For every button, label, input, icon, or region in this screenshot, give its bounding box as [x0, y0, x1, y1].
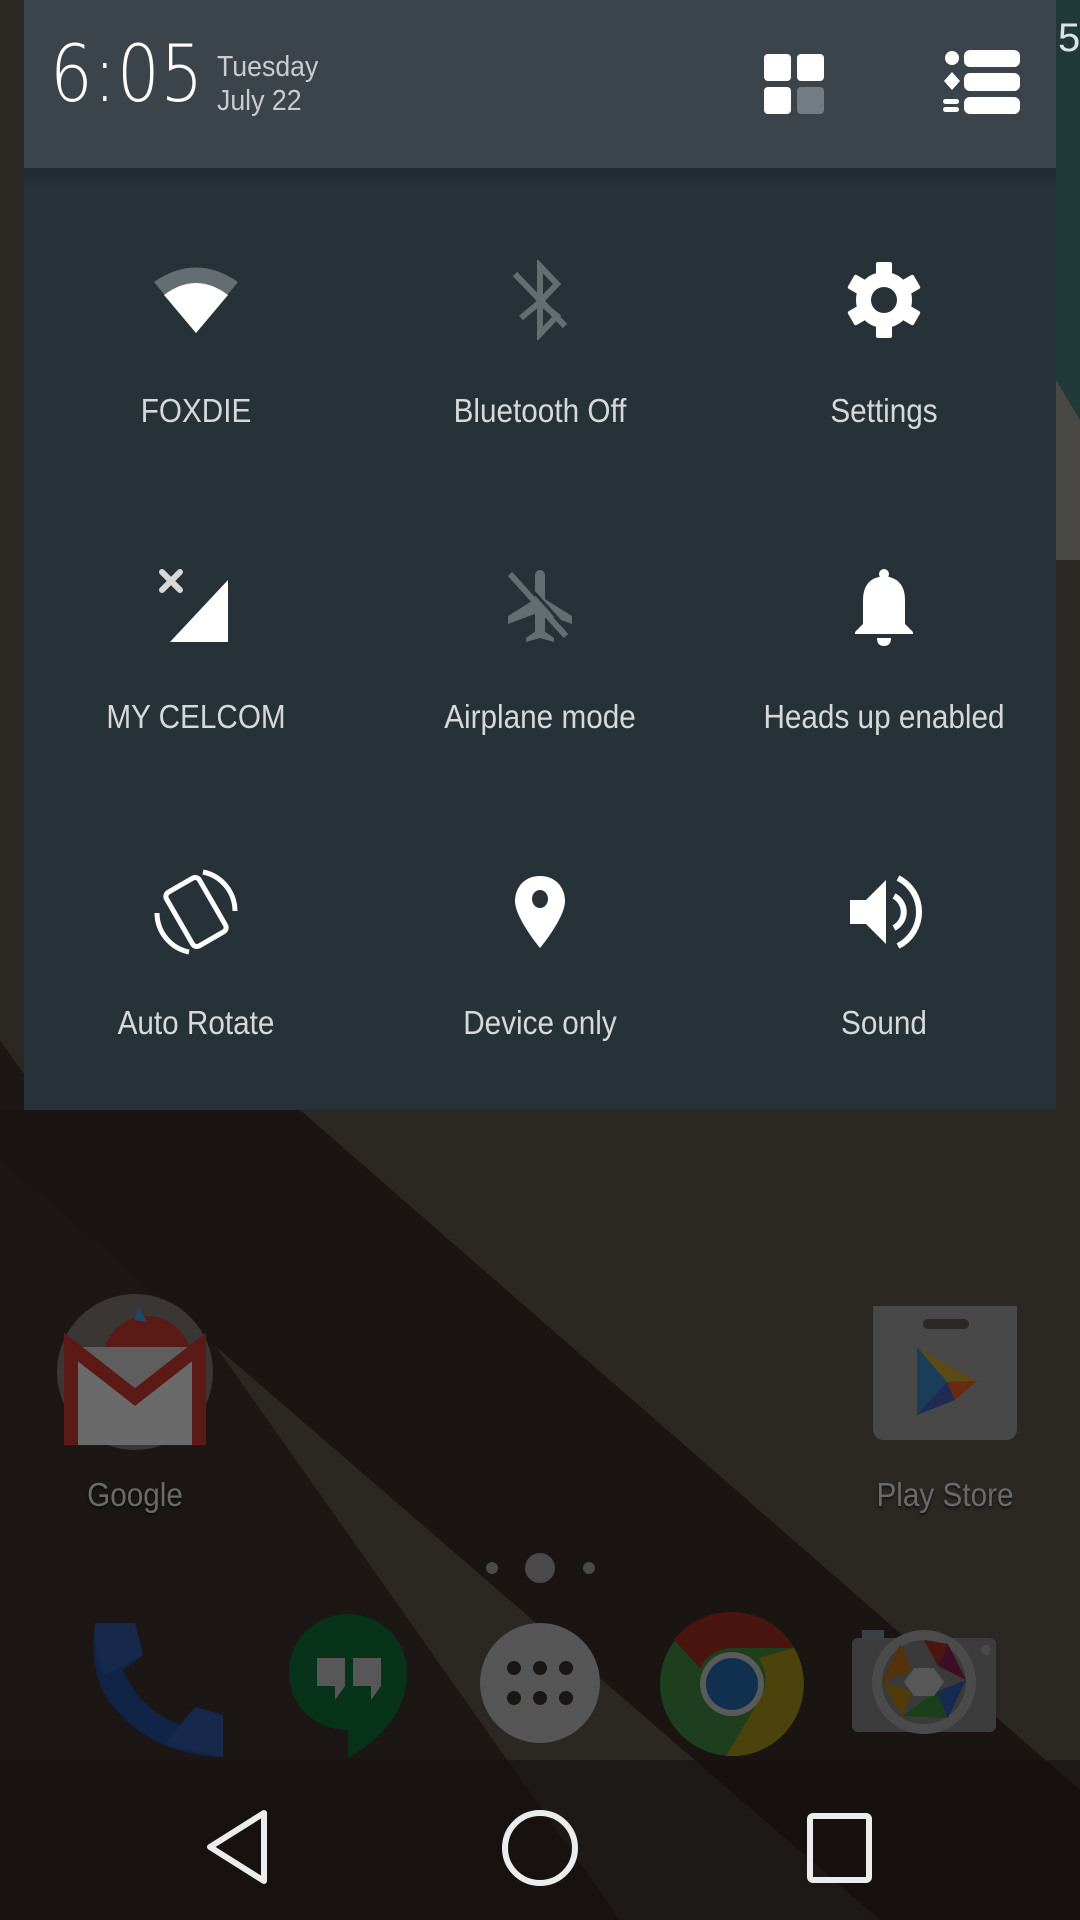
cell-signal-icon	[146, 556, 246, 656]
tile-label: Auto Rotate	[117, 1004, 275, 1041]
tile-label: Heads up enabled	[763, 698, 1005, 735]
back-button[interactable]	[200, 1805, 275, 1890]
hangouts-icon	[289, 1614, 407, 1758]
tile-heads-up[interactable]: Heads up enabled	[712, 474, 1056, 780]
volume-icon	[834, 862, 934, 962]
list-icon	[943, 50, 1020, 114]
recents-icon	[807, 1813, 872, 1883]
app-label-google: Google	[87, 1476, 183, 1513]
tile-airplane-mode[interactable]: Airplane mode	[368, 474, 712, 780]
airplane-off-icon	[490, 556, 590, 656]
tile-label: Sound	[841, 1004, 927, 1041]
phone-icon	[93, 1623, 223, 1757]
quick-settings-panel: FOXDIE Bluetooth Off Settings MY CELCOM …	[24, 168, 1056, 1110]
status-bar-fragment: 5	[1058, 18, 1080, 58]
google-folder-icon	[57, 1294, 213, 1450]
page-dot[interactable]	[583, 1562, 595, 1574]
quick-settings-header: 6:05 Tuesday July 22	[24, 0, 1056, 168]
tile-label: Airplane mode	[444, 698, 636, 735]
tile-bluetooth[interactable]: Bluetooth Off	[368, 168, 712, 474]
chrome-icon	[660, 1611, 804, 1757]
tile-label: FOXDIE	[140, 392, 252, 429]
dock-camera[interactable]	[852, 1630, 996, 1735]
dock-hangouts[interactable]	[287, 1612, 409, 1758]
bluetooth-off-icon	[490, 250, 590, 350]
home-icon	[502, 1810, 578, 1886]
app-google-folder[interactable]	[55, 1292, 215, 1452]
notification-list-button[interactable]	[938, 50, 1020, 120]
clock-time[interactable]: 6:05	[50, 36, 204, 114]
tile-label: Settings	[830, 392, 938, 429]
quick-settings-grid-button[interactable]	[760, 50, 840, 120]
tile-label: Device only	[463, 1004, 617, 1041]
clock-date[interactable]: Tuesday July 22	[217, 50, 318, 118]
tile-location[interactable]: Device only	[368, 780, 712, 1086]
tile-settings[interactable]: Settings	[712, 168, 1056, 474]
tile-auto-rotate[interactable]: Auto Rotate	[24, 780, 368, 1086]
tile-label: Bluetooth Off	[453, 392, 627, 429]
grid-icon	[764, 54, 824, 114]
app-play-store[interactable]	[873, 1306, 1017, 1440]
tile-mobile-network[interactable]: MY CELCOM	[24, 474, 368, 780]
clock-day: Tuesday	[217, 51, 319, 83]
location-pin-icon	[490, 862, 590, 962]
app-drawer-icon	[480, 1623, 600, 1743]
dock-phone[interactable]	[85, 1615, 225, 1760]
app-label-play-store: Play Store	[876, 1476, 1014, 1513]
page-dot[interactable]	[486, 1562, 498, 1574]
home-button[interactable]	[498, 1806, 582, 1890]
wifi-icon	[146, 250, 246, 350]
page-dot-current[interactable]	[525, 1553, 555, 1583]
play-store-icon	[873, 1306, 1017, 1440]
dock-app-drawer[interactable]	[480, 1623, 600, 1743]
tile-label: MY CELCOM	[106, 698, 286, 735]
rotate-icon	[146, 862, 246, 962]
tile-wifi[interactable]: FOXDIE	[24, 168, 368, 474]
recents-button[interactable]	[800, 1808, 880, 1888]
bell-icon	[834, 556, 934, 656]
gear-icon	[834, 250, 934, 350]
back-icon	[207, 1810, 267, 1884]
dock-chrome[interactable]	[660, 1611, 804, 1757]
clock-date-value: July 22	[217, 85, 302, 117]
camera-icon	[852, 1630, 996, 1734]
tile-sound[interactable]: Sound	[712, 780, 1056, 1086]
